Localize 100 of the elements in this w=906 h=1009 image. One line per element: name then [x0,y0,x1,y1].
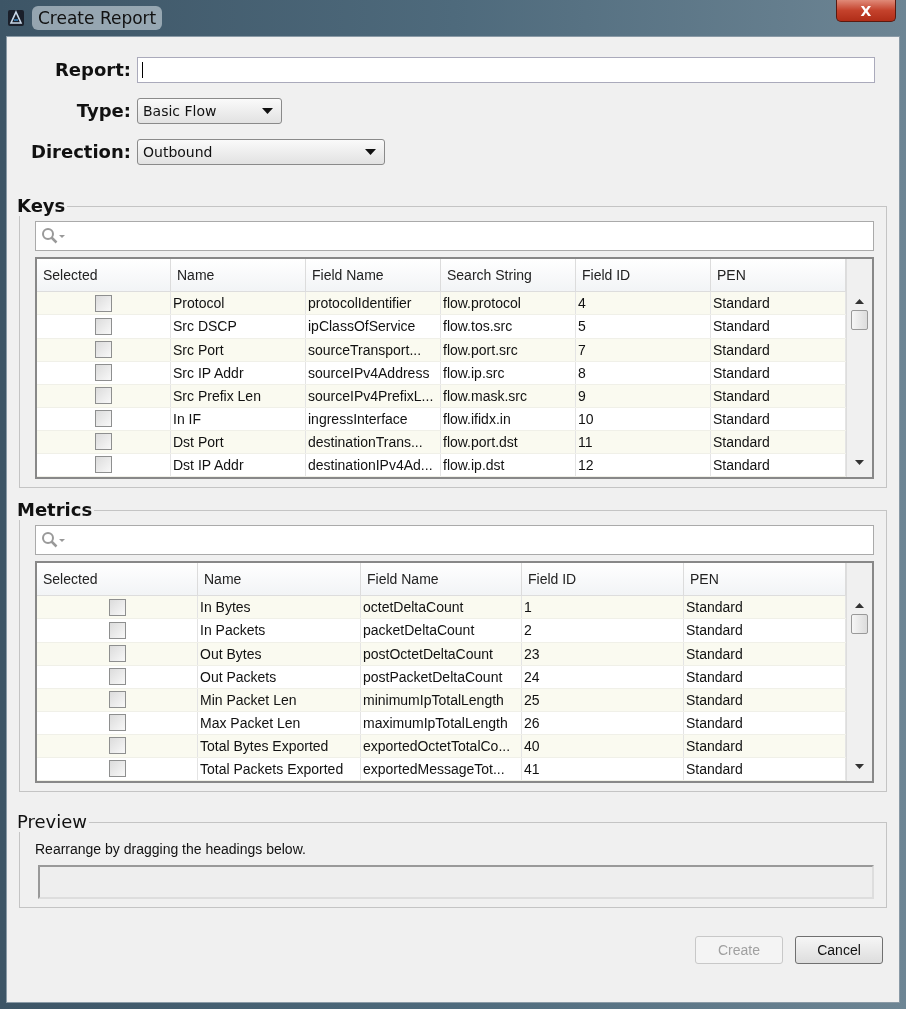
dialog-button[interactable]: Cancel [795,936,883,964]
table-cell: 11 [576,430,711,453]
heading-drop-area[interactable] [38,865,874,899]
table-cell: Src Prefix Len [171,384,306,407]
app-logo-icon [8,10,24,26]
scroll-down-icon[interactable] [855,460,864,465]
row-checkbox[interactable] [95,318,112,335]
row-checkbox[interactable] [95,387,112,405]
row-checkbox[interactable] [108,691,126,709]
table-cell: packetDeltaCount [361,619,522,642]
table-cell: Src IP Addr [171,361,306,384]
table-cell: 7 [576,338,711,361]
table-cell: 40 [522,734,684,757]
table-cell: Out Packets [198,665,361,688]
report-input[interactable] [137,56,875,83]
window-title: Create Report [32,6,163,30]
scroll-up-icon[interactable] [855,603,864,608]
column-header[interactable]: Name [171,259,306,292]
table-cell: maximumIpTotalLength [361,711,522,734]
scrollbar[interactable] [846,563,872,781]
table-cell: flow.port.src [441,338,576,361]
table-cell: 41 [522,757,684,780]
table-cell: 10 [576,407,711,430]
table-cell: In Bytes [198,596,361,619]
column-header[interactable]: Field ID [576,259,711,292]
row-checkbox[interactable] [108,737,126,755]
table-cell: Max Packet Len [198,711,361,734]
table-cell: exportedMessageTot... [361,757,522,780]
table-cell: Total Packets Exported [198,757,361,780]
close-button[interactable]: X [836,0,896,22]
column-header[interactable]: Name [198,563,361,596]
table-cell: 5 [576,315,711,338]
scrollbar[interactable] [846,259,872,477]
scrollbar-thumb[interactable] [851,310,868,330]
row-checkbox[interactable] [108,598,126,616]
table-cell: 1 [522,596,684,619]
dropdown-arrow-icon [365,148,376,155]
row-checkbox[interactable] [95,341,112,359]
table-cell: 23 [522,642,684,665]
search-field[interactable] [35,525,874,555]
table-cell: destinationTrans... [306,430,441,453]
search-icon [40,227,66,245]
field-label: Report: [54,59,131,80]
table-cell: Total Bytes Exported [198,734,361,757]
table-cell: Src DSCP [171,315,306,338]
table-cell: flow.port.dst [441,430,576,453]
scrollbar-thumb[interactable] [851,614,868,634]
preview-hint: Rearrange by dragging the headings below. [35,841,307,857]
row-checkbox[interactable] [108,714,126,732]
table-cell: destinationIPv4Ad... [306,453,441,476]
table-cell: flow.tos.src [441,315,576,338]
row-checkbox[interactable] [95,364,112,382]
table-cell: 2 [522,619,684,642]
column-header[interactable]: Field Name [306,259,441,292]
row-checkbox[interactable] [108,622,126,639]
table-cell: protocolIdentifier [306,292,441,315]
table-cell: flow.ip.dst [441,453,576,476]
table-cell: sourceTransport... [306,338,441,361]
row-checkbox[interactable] [108,668,126,686]
table-cell: postOctetDeltaCount [361,642,522,665]
table-cell: 4 [576,292,711,315]
table-cell: flow.mask.src [441,384,576,407]
column-header[interactable]: Search String [441,259,576,292]
column-header[interactable]: Selected [37,563,198,596]
row-checkbox[interactable] [95,410,112,428]
scroll-up-icon[interactable] [855,299,864,304]
column-header[interactable]: Selected [37,259,171,292]
row-checkbox[interactable] [95,456,112,474]
type-dropdown[interactable]: Basic Flow [137,97,282,124]
table-cell: 9 [576,384,711,407]
field-label: Direction: [29,141,131,162]
table-cell: 24 [522,665,684,688]
row-checkbox[interactable] [108,760,126,778]
table-cell: octetDeltaCount [361,596,522,619]
column-header[interactable]: Field Name [361,563,522,596]
section-title: Metrics [17,499,95,520]
table-cell: In Packets [198,619,361,642]
dropdown-arrow-icon [262,107,273,114]
table-cell: Protocol [171,292,306,315]
table-cell: flow.protocol [441,292,576,315]
section-title: Preview [17,811,90,832]
table-cell: postPacketDeltaCount [361,665,522,688]
scroll-down-icon[interactable] [855,764,864,769]
column-header[interactable]: Field ID [522,563,684,596]
table-cell: sourceIPv4PrefixL... [306,384,441,407]
row-checkbox[interactable] [108,645,126,663]
table-cell: Out Bytes [198,642,361,665]
row-checkbox[interactable] [95,433,112,451]
row-checkbox[interactable] [95,294,112,312]
table-cell: ingressInterface [306,407,441,430]
table-cell: sourceIPv4Address [306,361,441,384]
table-cell: exportedOctetTotalCo... [361,734,522,757]
table-cell: Dst IP Addr [171,453,306,476]
search-field[interactable] [35,221,874,251]
field-label: Type: [75,100,131,121]
direction-dropdown[interactable]: Outbound [137,138,385,165]
table-cell: flow.ip.src [441,361,576,384]
table-cell: 25 [522,688,684,711]
table-cell: Min Packet Len [198,688,361,711]
table-cell: ipClassOfService [306,315,441,338]
